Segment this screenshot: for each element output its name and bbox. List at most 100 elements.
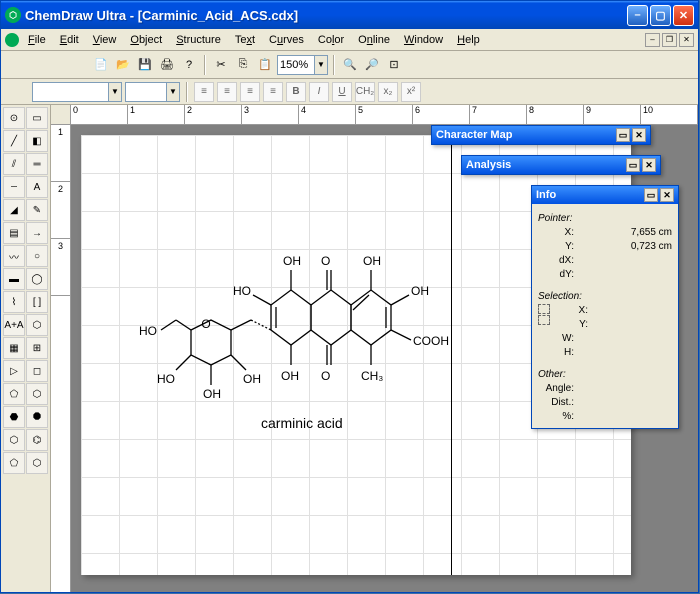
subscript-button[interactable]: x₂	[378, 82, 398, 102]
panel-close-button[interactable]: ✕	[642, 158, 656, 172]
menu-window[interactable]: Window	[397, 32, 450, 48]
double-bond-tool[interactable]: ═	[26, 153, 48, 175]
ring-tool[interactable]: ◻	[26, 360, 48, 382]
print-button[interactable]: 🖨	[157, 55, 177, 75]
font-combo[interactable]: ▼	[32, 82, 122, 102]
panel-minimize-button[interactable]: ▭	[626, 158, 640, 172]
cyclooctane-tool[interactable]: ⯃	[26, 406, 48, 428]
table-tool[interactable]: ▦	[3, 337, 25, 359]
panel-minimize-button[interactable]: ▭	[644, 188, 658, 202]
open-button[interactable]: 📂	[113, 55, 133, 75]
analysis-panel[interactable]: Analysis ▭ ✕	[461, 155, 661, 175]
formula-button[interactable]: CH₂	[355, 82, 375, 102]
close-button[interactable]: ✕	[673, 5, 694, 26]
lasso-tool[interactable]: ⊙	[3, 107, 25, 129]
minimize-button[interactable]: –	[627, 5, 648, 26]
menu-online[interactable]: Online	[351, 32, 397, 48]
menu-text[interactable]: Text	[228, 32, 262, 48]
cycloheptane-tool[interactable]: ⬣	[3, 406, 25, 428]
zoom-combo[interactable]: ▼	[277, 55, 328, 75]
shape-tool[interactable]: ◯	[26, 268, 48, 290]
size-combo[interactable]: ▼	[125, 82, 180, 102]
cyclopentadiene-tool[interactable]: ⬠	[3, 452, 25, 474]
zoom-in-button[interactable]: 🔍	[340, 55, 360, 75]
superscript-button[interactable]: x²	[401, 82, 421, 102]
reaction-tool[interactable]: A+A	[3, 314, 25, 336]
text-tool[interactable]: A	[26, 176, 48, 198]
align-left-button[interactable]: ≡	[194, 82, 214, 102]
doc-restore-button[interactable]: ❐	[662, 33, 677, 47]
panel-minimize-button[interactable]: ▭	[616, 128, 630, 142]
multi-bond-tool[interactable]: ⫽	[3, 153, 25, 175]
paste-button[interactable]: 📋	[255, 55, 275, 75]
hash-bond-tool[interactable]: ▤	[3, 222, 25, 244]
cut-button[interactable]: ✂	[211, 55, 231, 75]
molecule-caption[interactable]: carminic acid	[261, 415, 343, 431]
panel-header[interactable]: Info ▭ ✕	[532, 186, 678, 204]
menu-curves[interactable]: Curves	[262, 32, 311, 48]
marquee-tool[interactable]: ▭	[26, 107, 48, 129]
panel-header[interactable]: Character Map ▭ ✕	[432, 126, 650, 144]
titlebar[interactable]: ⬡ ChemDraw Ultra - [Carminic_Acid_ACS.cd…	[1, 1, 698, 29]
save-button[interactable]: 💾	[135, 55, 155, 75]
underline-button[interactable]: U	[332, 82, 352, 102]
orbital-tool[interactable]: ○	[26, 245, 48, 267]
new-button[interactable]: 📄	[91, 55, 111, 75]
template-tool[interactable]: ⬡	[26, 314, 48, 336]
menu-file[interactable]: File	[21, 32, 53, 48]
wedge-tool[interactable]: ◢	[3, 199, 25, 221]
ruler-horizontal[interactable]: 012345678910	[71, 105, 698, 125]
eraser-tool[interactable]: ◧	[26, 130, 48, 152]
ruler-vertical[interactable]: 123	[51, 125, 71, 592]
menu-view[interactable]: View	[86, 32, 124, 48]
arrow-tool[interactable]: →	[26, 222, 48, 244]
cyclohexane-chair-tool[interactable]: ⬡	[3, 429, 25, 451]
wavy-bond-tool[interactable]: 〰	[3, 245, 25, 267]
cyclopentane-tool[interactable]: ⬠	[3, 383, 25, 405]
justify-button[interactable]: ≡	[263, 82, 283, 102]
doc-minimize-button[interactable]: –	[645, 33, 660, 47]
pointer-header: Pointer:	[538, 212, 672, 226]
zoom-input[interactable]	[278, 59, 314, 71]
character-map-panel[interactable]: Character Map ▭ ✕	[431, 125, 651, 145]
acyclic-tool[interactable]: ▷	[3, 360, 25, 382]
pointer-x: 7,655 cm	[578, 226, 672, 240]
dropdown-arrow-icon[interactable]: ▼	[108, 83, 121, 101]
bracket-tool[interactable]: [ ]	[26, 291, 48, 313]
cyclohexadiene-tool[interactable]: ⬡	[26, 452, 48, 474]
menu-help[interactable]: Help	[450, 32, 487, 48]
chain-tool[interactable]: ⌇	[3, 291, 25, 313]
align-center-button[interactable]: ≡	[217, 82, 237, 102]
dash-bond-tool[interactable]: ┄	[3, 176, 25, 198]
cyclohexane-tool[interactable]: ⬡	[26, 383, 48, 405]
other-header: Other:	[538, 368, 672, 382]
align-right-button[interactable]: ≡	[240, 82, 260, 102]
maximize-button[interactable]: ▢	[650, 5, 671, 26]
tlc-tool[interactable]: ⊞	[26, 337, 48, 359]
zoom-out-button[interactable]: 🔎	[362, 55, 382, 75]
dropdown-arrow-icon[interactable]: ▼	[166, 83, 179, 101]
copy-button[interactable]: ⎘	[233, 55, 253, 75]
bold-button[interactable]: B	[286, 82, 306, 102]
menu-structure[interactable]: Structure	[169, 32, 228, 48]
panel-header[interactable]: Analysis ▭ ✕	[462, 156, 660, 174]
separator	[186, 82, 188, 102]
atom-label: OH	[283, 254, 301, 268]
doc-close-button[interactable]: ✕	[679, 33, 694, 47]
bold-bond-tool[interactable]: ▬	[3, 268, 25, 290]
menu-color[interactable]: Color	[311, 32, 351, 48]
dropdown-arrow-icon[interactable]: ▼	[314, 56, 327, 74]
italic-button[interactable]: I	[309, 82, 329, 102]
atom-label: OH	[243, 372, 261, 386]
panel-close-button[interactable]: ✕	[660, 188, 674, 202]
zoom-fit-button[interactable]: ⊡	[384, 55, 404, 75]
info-panel[interactable]: Info ▭ ✕ Pointer: X:7,655 cm Y:0,723 cm …	[531, 185, 679, 429]
menu-object[interactable]: Object	[123, 32, 169, 48]
help-button[interactable]: ?	[179, 55, 199, 75]
pen-tool[interactable]: ✎	[26, 199, 48, 221]
benzene-tool[interactable]: ⌬	[26, 429, 48, 451]
bond-tool[interactable]: ╱	[3, 130, 25, 152]
panel-close-button[interactable]: ✕	[632, 128, 646, 142]
atom-label: O	[201, 317, 210, 331]
menu-edit[interactable]: Edit	[53, 32, 86, 48]
